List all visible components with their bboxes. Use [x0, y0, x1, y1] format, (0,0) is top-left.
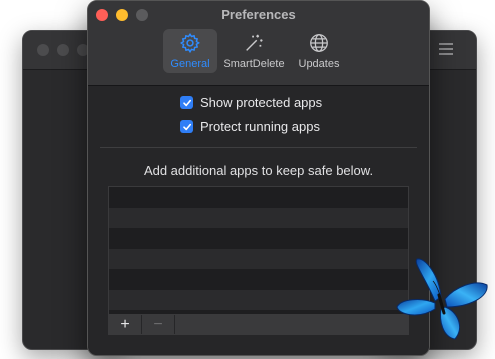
butterfly-mascot-icon — [396, 258, 488, 340]
safe-apps-list[interactable] — [108, 186, 409, 315]
list-item[interactable] — [109, 269, 408, 290]
list-item[interactable] — [109, 207, 408, 228]
tab-smartdelete-label: SmartDelete — [223, 58, 285, 70]
preferences-tabs: General SmartDelete Updates — [163, 29, 347, 73]
background-window-traffic-lights — [37, 44, 89, 56]
inactive-close-icon — [37, 44, 49, 56]
globe-icon — [310, 34, 328, 52]
show-protected-apps-option[interactable]: Show protected apps — [180, 95, 322, 110]
gear-icon — [179, 32, 200, 54]
add-app-button[interactable]: + — [109, 315, 142, 334]
list-controls-bar: + − — [108, 314, 409, 335]
tab-general-label: General — [170, 58, 210, 70]
list-item[interactable] — [109, 248, 408, 269]
list-item[interactable] — [109, 228, 408, 249]
show-protected-apps-label: Show protected apps — [200, 95, 323, 110]
tab-general[interactable]: General — [163, 29, 217, 73]
window-toolbar: Preferences General SmartDelete Updates — [88, 1, 429, 86]
inactive-minimize-icon — [57, 44, 69, 56]
safe-apps-hint: Add additional apps to keep safe below. — [143, 163, 374, 178]
protect-running-apps-label: Protect running apps — [200, 119, 320, 134]
magic-wand-icon — [246, 34, 263, 51]
preferences-window: Preferences General SmartDelete Updates … — [87, 0, 430, 356]
checkmark-icon — [182, 123, 191, 130]
tab-smartdelete[interactable]: SmartDelete — [217, 29, 291, 73]
tab-updates[interactable]: Updates — [291, 29, 347, 73]
protect-running-apps-option[interactable]: Protect running apps — [180, 119, 320, 134]
list-item[interactable] — [109, 289, 408, 310]
protect-running-apps-checkbox[interactable] — [180, 120, 193, 133]
remove-app-button[interactable]: − — [142, 315, 175, 334]
checkmark-icon — [182, 99, 191, 106]
tab-updates-label: Updates — [298, 58, 340, 70]
list-item[interactable] — [109, 187, 408, 208]
show-protected-apps-checkbox[interactable] — [180, 96, 193, 109]
section-divider — [100, 147, 417, 148]
list-view-icon — [439, 43, 453, 55]
general-pane: Show protected apps Protect running apps… — [88, 86, 429, 355]
window-title: Preferences — [221, 7, 296, 22]
